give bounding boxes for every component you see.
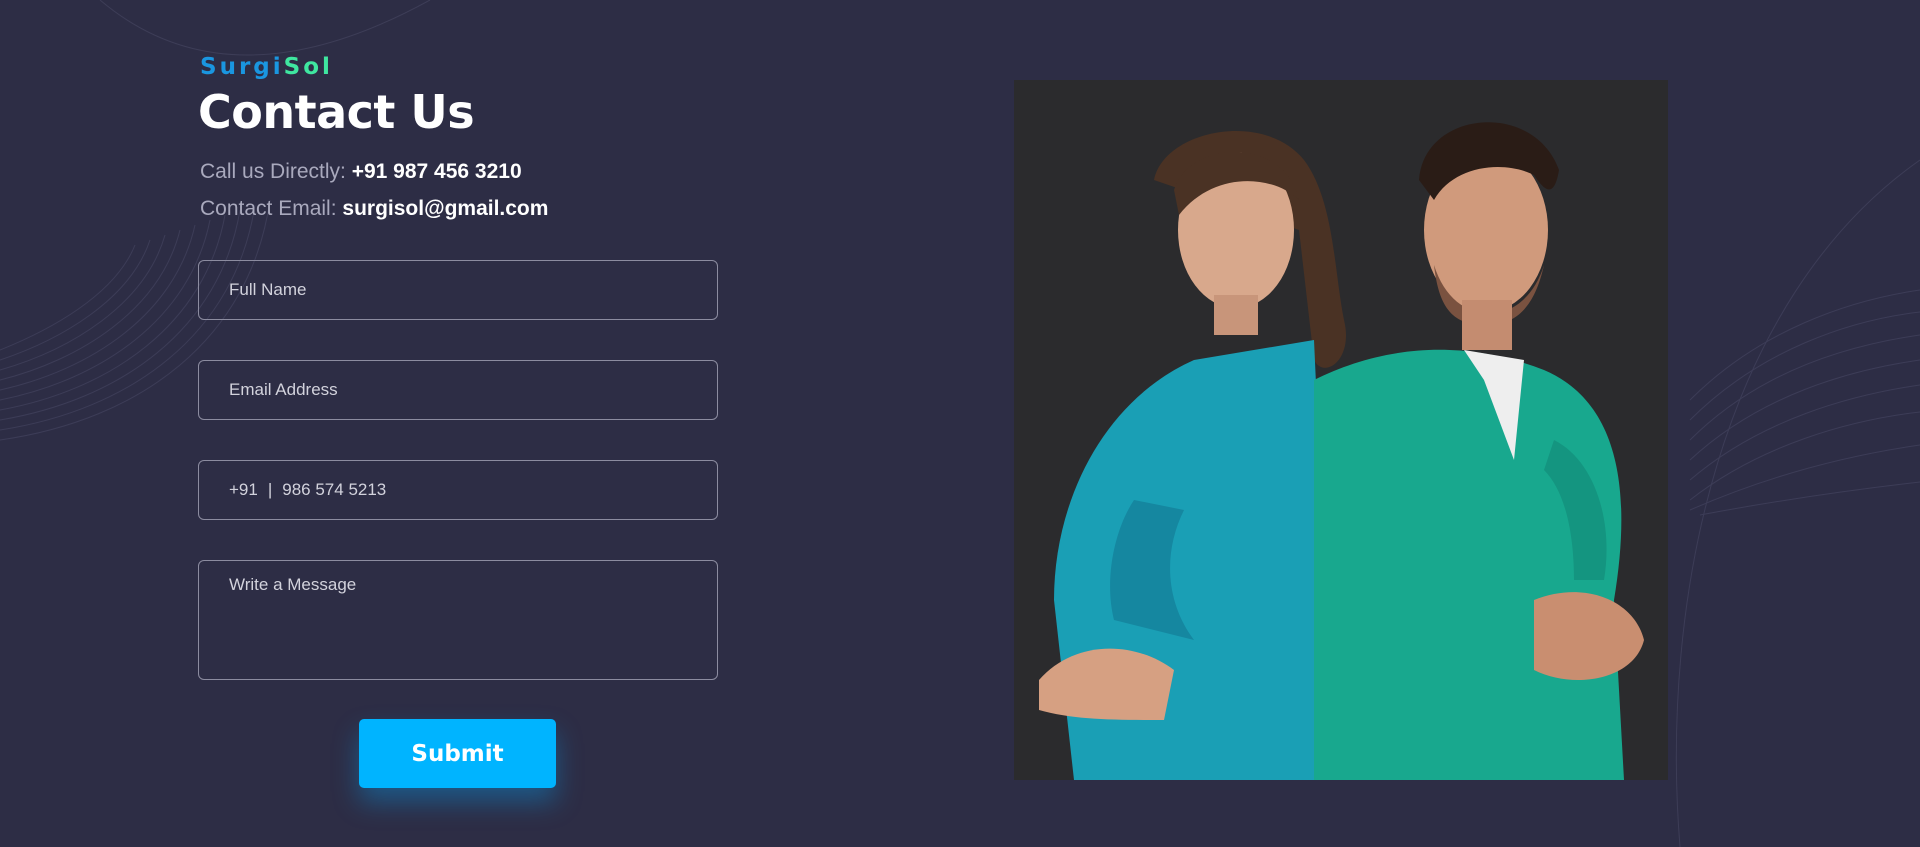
email-value[interactable]: surgisol@gmail.com (342, 197, 548, 220)
phone-separator: | (267, 480, 273, 499)
full-name-input[interactable] (198, 260, 718, 320)
phone-label: Call us Directly: (200, 160, 346, 183)
contact-page: SurgiSol Contact Us Call us Directly: +9… (0, 0, 1920, 847)
contact-phone-line: Call us Directly: +91 987 456 3210 (200, 158, 522, 186)
doctors-illustration (1014, 80, 1668, 780)
page-title: Contact Us (198, 85, 475, 139)
doctors-photo (1014, 80, 1668, 780)
brand-name-part1: Surgi (200, 54, 284, 80)
email-address-input[interactable] (198, 360, 718, 420)
phone-value[interactable]: +91 987 456 3210 (352, 160, 522, 183)
brand-name-part2: Sol (283, 54, 333, 80)
phone-country-code: +91 (229, 480, 258, 499)
message-textarea[interactable] (198, 560, 718, 680)
phone-input[interactable]: +91 | 986 574 5213 (198, 460, 718, 520)
submit-button[interactable]: Submit (359, 719, 556, 788)
phone-placeholder: 986 574 5213 (282, 480, 387, 499)
email-label: Contact Email: (200, 197, 337, 220)
contact-email-line: Contact Email: surgisol@gmail.com (200, 195, 548, 223)
brand-logo: SurgiSol (200, 52, 333, 82)
